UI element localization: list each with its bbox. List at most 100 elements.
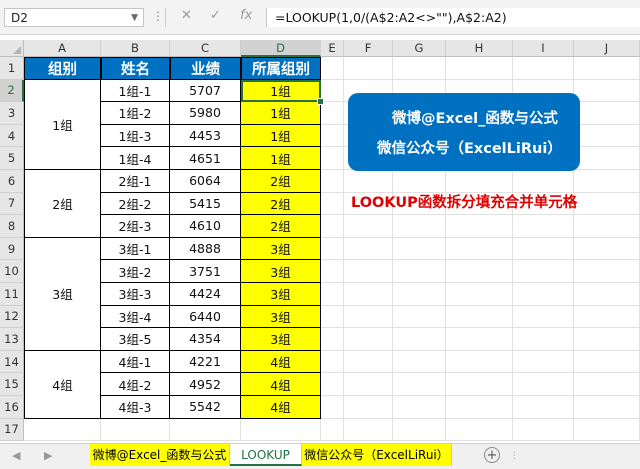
score-cell[interactable]: 4651 [170, 147, 241, 170]
name-cell[interactable]: 2组-1 [101, 170, 170, 193]
name-cell[interactable]: 4组-2 [101, 373, 170, 396]
score-cell[interactable]: 5415 [170, 192, 241, 216]
assigned-group-cell[interactable]: 3组 [241, 283, 321, 306]
table-header-cell[interactable]: 所属组别 [241, 57, 321, 80]
name-cell[interactable]: 1组-3 [101, 124, 170, 148]
column-header[interactable]: J [574, 40, 640, 57]
score-cell[interactable]: 6064 [170, 170, 241, 193]
assigned-group-cell[interactable]: 1组 [241, 102, 321, 125]
name-cell[interactable]: 1组-4 [101, 147, 170, 170]
formula-bar: D2 ▼ ⋮ ✕ ✓ fx =LOOKUP(1,0/(A$2:A2<>""),A… [0, 0, 640, 35]
table-header-cell[interactable]: 组别 [24, 57, 101, 80]
select-all-corner[interactable] [0, 40, 24, 57]
sheet-tab-wechat[interactable]: 微信公众号（ExcelLiRui） [302, 444, 452, 466]
score-cell[interactable]: 3751 [170, 260, 241, 283]
row-header[interactable]: 17 [0, 418, 24, 442]
assigned-group-cell[interactable]: 1组 [241, 147, 321, 170]
column-header[interactable]: F [344, 40, 393, 57]
column-header[interactable]: I [513, 40, 574, 57]
more-dots-icon: ⋮ [152, 9, 165, 23]
scrollbar-dots-icon[interactable]: ⋮ [510, 451, 520, 461]
chevron-down-icon[interactable]: ▼ [131, 9, 138, 28]
name-cell[interactable]: 3组-2 [101, 260, 170, 283]
sheet-tab-weibo[interactable]: 微博@Excel_函数与公式 [90, 444, 230, 466]
row-header[interactable]: 6 [0, 170, 24, 193]
row-header[interactable]: 13 [0, 328, 24, 351]
row-header[interactable]: 14 [0, 350, 24, 374]
sheet-tab-lookup[interactable]: LOOKUP [230, 444, 302, 466]
merged-group-cell[interactable]: 2组 [24, 170, 101, 238]
assigned-group-cell[interactable]: 2组 [241, 192, 321, 216]
row-header[interactable]: 12 [0, 305, 24, 329]
name-cell[interactable]: 3组-3 [101, 283, 170, 306]
tab-scroll-left-icon[interactable]: ◀ [12, 449, 20, 462]
score-cell[interactable]: 4424 [170, 283, 241, 306]
row-header[interactable]: 10 [0, 260, 24, 283]
score-cell[interactable]: 4610 [170, 215, 241, 238]
formula-input[interactable]: =LOOKUP(1,0/(A$2:A2<>""),A$2:A2) [266, 8, 640, 27]
column-header[interactable]: H [446, 40, 513, 57]
score-cell[interactable]: 5707 [170, 79, 241, 103]
assigned-group-cell[interactable]: 4组 [241, 350, 321, 374]
assigned-group-cell[interactable]: 2组 [241, 215, 321, 238]
sheet-tab-bar: ◀ ▶ 微博@Excel_函数与公式 LOOKUP 微信公众号（ExcelLiR… [0, 443, 640, 469]
score-cell[interactable]: 4221 [170, 350, 241, 374]
name-cell[interactable]: 1组-1 [101, 79, 170, 103]
assigned-group-cell[interactable]: 1组 [241, 124, 321, 148]
score-cell[interactable]: 4888 [170, 237, 241, 261]
enter-icon[interactable]: ✓ [210, 8, 221, 23]
row-header[interactable]: 11 [0, 283, 24, 306]
row-header[interactable]: 4 [0, 124, 24, 148]
score-cell[interactable]: 4952 [170, 373, 241, 396]
assigned-group-cell[interactable]: 3组 [241, 328, 321, 351]
row-header[interactable]: 15 [0, 373, 24, 396]
row-header[interactable]: 8 [0, 215, 24, 238]
name-cell[interactable]: 2组-3 [101, 215, 170, 238]
name-box[interactable]: D2 ▼ [4, 8, 144, 27]
cancel-icon[interactable]: ✕ [181, 8, 192, 23]
name-cell[interactable]: 3组-1 [101, 237, 170, 261]
assigned-group-cell[interactable]: 1组 [241, 79, 321, 103]
score-cell[interactable]: 4354 [170, 328, 241, 351]
row-header[interactable]: 2 [0, 79, 24, 103]
name-cell[interactable]: 3组-4 [101, 305, 170, 329]
column-header[interactable]: G [393, 40, 446, 57]
insert-function-icon[interactable]: fx [240, 8, 252, 23]
fill-handle[interactable] [317, 98, 324, 106]
row-header[interactable]: 16 [0, 396, 24, 419]
assigned-group-cell[interactable]: 4组 [241, 373, 321, 396]
row-header[interactable]: 9 [0, 237, 24, 261]
assigned-group-cell[interactable]: 2组 [241, 170, 321, 193]
assigned-group-cell[interactable]: 3组 [241, 237, 321, 261]
column-header[interactable]: D [241, 40, 321, 57]
tab-scroll-right-icon[interactable]: ▶ [44, 449, 52, 462]
score-cell[interactable]: 6440 [170, 305, 241, 329]
name-cell[interactable]: 4组-1 [101, 350, 170, 374]
divider [165, 8, 166, 27]
column-header[interactable]: B [101, 40, 170, 57]
row-header[interactable]: 5 [0, 147, 24, 170]
assigned-group-cell[interactable]: 3组 [241, 260, 321, 283]
row-header[interactable]: 3 [0, 102, 24, 125]
name-cell[interactable]: 4组-3 [101, 396, 170, 419]
merged-group-cell[interactable]: 1组 [24, 79, 101, 170]
score-cell[interactable]: 5980 [170, 102, 241, 125]
name-cell[interactable]: 2组-2 [101, 192, 170, 216]
assigned-group-cell[interactable]: 3组 [241, 305, 321, 329]
column-header[interactable]: A [24, 40, 101, 57]
score-cell[interactable]: 4453 [170, 124, 241, 148]
column-header[interactable]: C [170, 40, 241, 57]
table-header-cell[interactable]: 姓名 [101, 57, 170, 80]
table-header-cell[interactable]: 业绩 [170, 57, 241, 80]
row-header[interactable]: 1 [0, 57, 24, 80]
gridline [343, 57, 344, 442]
merged-group-cell[interactable]: 3组 [24, 237, 101, 351]
assigned-group-cell[interactable]: 4组 [241, 396, 321, 419]
row-header[interactable]: 7 [0, 192, 24, 216]
score-cell[interactable]: 5542 [170, 396, 241, 419]
name-cell[interactable]: 1组-2 [101, 102, 170, 125]
column-header[interactable]: E [321, 40, 344, 57]
merged-group-cell[interactable]: 4组 [24, 350, 101, 419]
add-sheet-icon[interactable]: + [484, 447, 500, 463]
name-cell[interactable]: 3组-5 [101, 328, 170, 351]
